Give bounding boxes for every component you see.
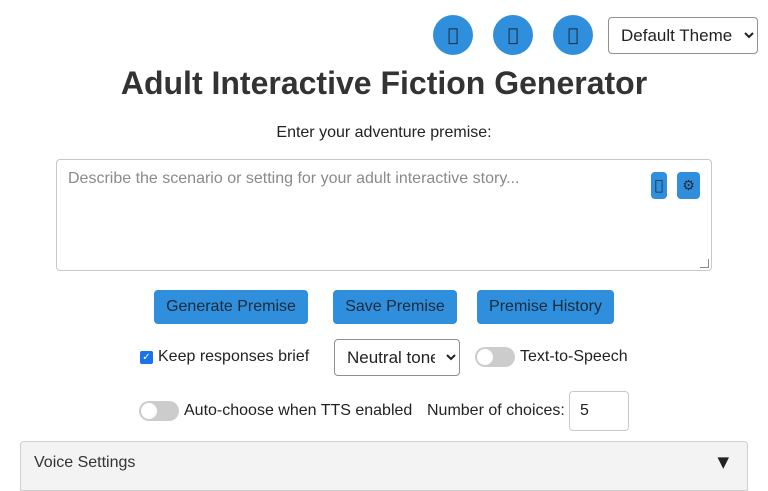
- voice-settings-header[interactable]: Voice Settings ▼: [20, 441, 748, 491]
- microphone-icon: : [655, 178, 663, 194]
- page-title: Adult Interactive Fiction Generator: [120, 65, 648, 101]
- info-button[interactable]: : [433, 15, 473, 55]
- premise-settings-button[interactable]: ⚙: [677, 172, 700, 199]
- gear-icon: ⚙: [682, 177, 695, 194]
- brief-label: Keep responses brief: [158, 348, 310, 365]
- generate-premise-button[interactable]: Generate Premise: [154, 290, 308, 324]
- settings-button[interactable]: : [553, 15, 593, 55]
- autochoose-option[interactable]: Auto-choose when TTS enabled: [139, 401, 412, 421]
- autochoose-toggle[interactable]: [139, 401, 179, 421]
- info-icon: : [448, 25, 459, 46]
- tts-label: Text-to-Speech: [520, 348, 628, 365]
- checkmark-icon: ✓: [142, 351, 151, 363]
- choices-input[interactable]: [569, 391, 629, 431]
- premise-input[interactable]: [57, 160, 711, 270]
- microphone-button[interactable]: : [651, 172, 667, 199]
- help-icon: : [508, 25, 519, 46]
- autochoose-label: Auto-choose when TTS enabled: [184, 402, 413, 419]
- premise-container:  ⚙: [56, 159, 712, 271]
- tts-option[interactable]: Text-to-Speech: [475, 347, 628, 367]
- toggle-knob: [141, 403, 157, 419]
- expand-arrow-icon: ▼: [717, 453, 729, 471]
- theme-select[interactable]: Default Theme: [608, 17, 758, 54]
- premise-label: Enter your adventure premise:: [276, 124, 492, 141]
- help-button[interactable]: : [493, 15, 533, 55]
- brief-checkbox[interactable]: ✓: [140, 350, 153, 364]
- top-bar:    Default Theme: [0, 15, 768, 55]
- settings-icon: : [568, 25, 579, 46]
- save-premise-button[interactable]: Save Premise: [333, 290, 457, 324]
- tts-toggle[interactable]: [475, 347, 515, 367]
- brief-option[interactable]: ✓ Keep responses brief: [140, 347, 309, 367]
- voice-settings-label: Voice Settings: [34, 454, 136, 471]
- choices-label: Number of choices:: [427, 402, 565, 419]
- resize-grip[interactable]: [700, 259, 709, 268]
- tone-select[interactable]: Neutral tone: [334, 339, 460, 376]
- toggle-knob: [477, 349, 493, 365]
- premise-history-button[interactable]: Premise History: [477, 290, 614, 324]
